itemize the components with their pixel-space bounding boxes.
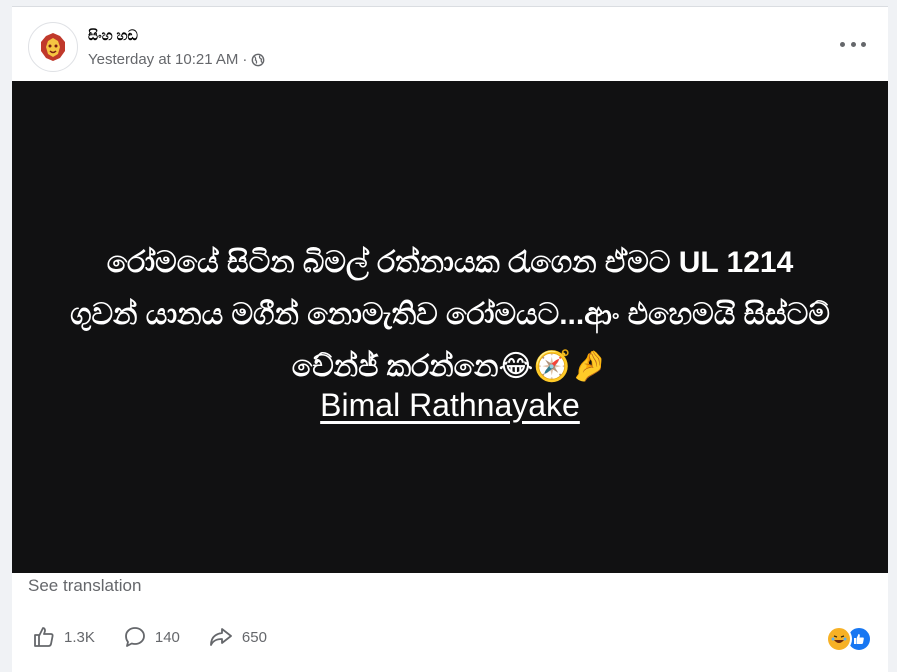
image-author: Bimal Rathnayake: [320, 386, 580, 423]
globe-icon[interactable]: [251, 53, 265, 67]
lion-logo-icon: [41, 33, 65, 61]
like-button[interactable]: 1.3K: [32, 625, 95, 649]
like-count: 1.3K: [64, 628, 95, 646]
meta-separator: ·: [242, 51, 248, 68]
more-options-icon[interactable]: [840, 37, 866, 51]
reaction-summary[interactable]: [826, 626, 872, 652]
comment-button[interactable]: 140: [123, 625, 180, 649]
share-icon: [209, 628, 232, 646]
image-text: රෝමයේ සිටින බිමල් රත්නායක රැගෙන ඒමට UL 1…: [70, 245, 830, 383]
post-actions: 1.3K 140 650: [32, 625, 295, 649]
post-image[interactable]: රෝමයේ සිටින බිමල් රත්නායක රැගෙන ඒමට UL 1…: [12, 81, 888, 573]
post-card: සිංහ හඩ Yesterday at 10:21 AM · රෝමයේ සි…: [12, 6, 888, 672]
laughing-emoji-icon: [826, 626, 852, 652]
page-avatar[interactable]: [28, 22, 78, 72]
comment-icon: [124, 627, 145, 647]
post-timestamp[interactable]: Yesterday at 10:21 AM: [88, 51, 238, 68]
share-button[interactable]: 650: [208, 625, 267, 649]
thumbs-up-icon: [34, 627, 54, 647]
see-translation-link[interactable]: See translation: [28, 576, 141, 596]
comment-count: 140: [154, 628, 180, 646]
share-count: 650: [241, 628, 267, 646]
post-meta: Yesterday at 10:21 AM ·: [88, 51, 265, 68]
page-name-link[interactable]: සිංහ හඩ: [88, 27, 138, 44]
